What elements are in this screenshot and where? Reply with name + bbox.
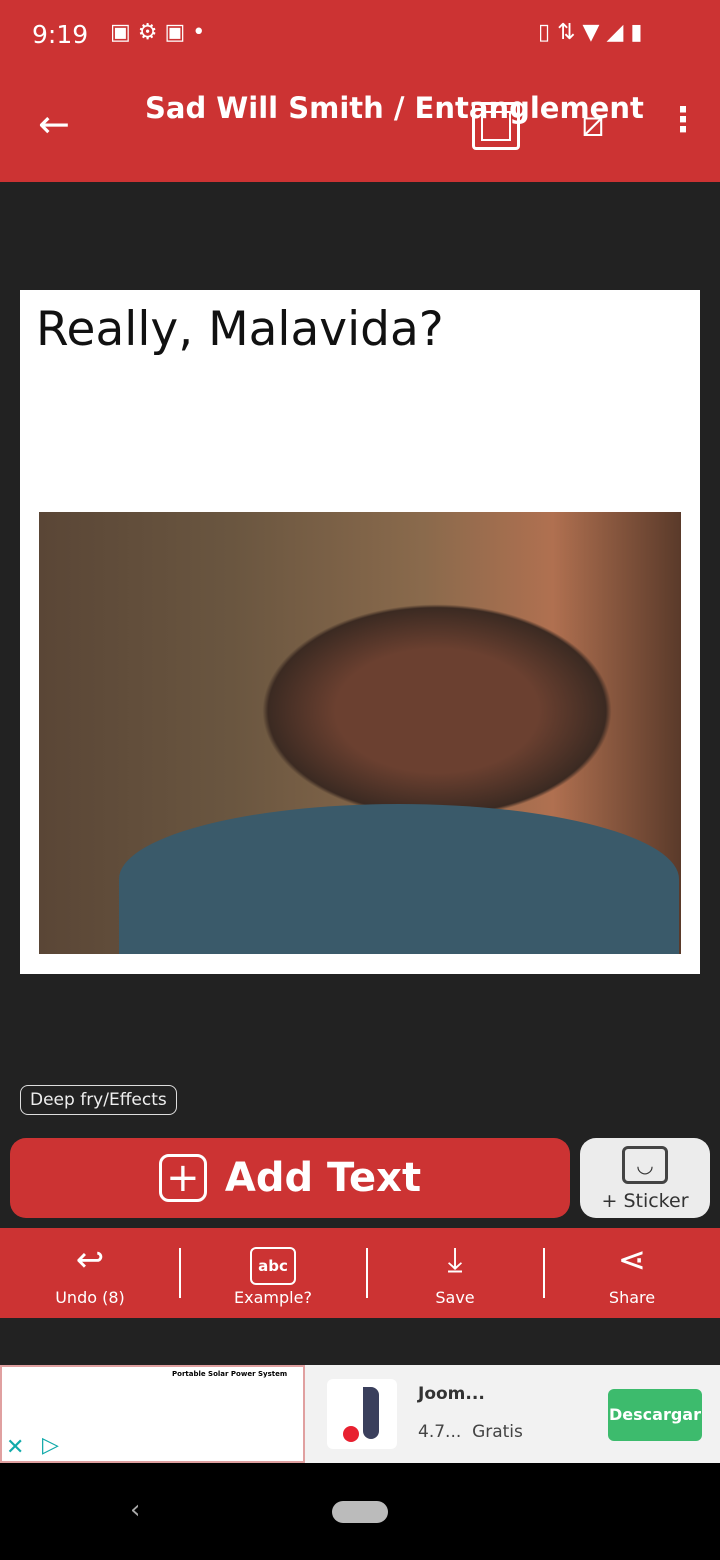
ad-price: Gratis — [472, 1422, 523, 1442]
status-bar: 9:19 ▣ ⚙ ▣ • ▯ ⇅ ▼ ◢ ▮ — [0, 0, 720, 72]
app-icon — [327, 1379, 397, 1449]
save-button[interactable]: ⤓ Save — [380, 1228, 530, 1318]
add-text-label: Add Text — [224, 1155, 422, 1201]
add-text-button[interactable]: + Add Text — [10, 1138, 570, 1218]
notification-icons: ▣ ⚙ ▣ • — [110, 20, 206, 45]
ad-rating: 4.7... — [418, 1422, 462, 1442]
more-menu-icon[interactable]: ⋮ — [666, 100, 700, 140]
divider — [366, 1248, 368, 1298]
speech-bubble-icon: abc — [198, 1228, 348, 1288]
plus-box-icon: + — [158, 1154, 207, 1202]
undo-button[interactable]: ↩ Undo (8) — [15, 1228, 165, 1318]
ad-product-images: Portable Solar Power System ✕ ▷ — [0, 1365, 305, 1463]
page-title: Sad Will Smith / Entanglement — [145, 91, 644, 125]
undo-icon: ↩ — [75, 1240, 105, 1280]
divider — [543, 1248, 545, 1298]
ad-image-title: Portable Solar Power System — [172, 1370, 288, 1378]
divider — [179, 1248, 181, 1298]
undo-label: Undo (8) — [55, 1288, 125, 1307]
share-button[interactable]: ⋖ Share — [557, 1228, 707, 1318]
ad-banner[interactable]: Portable Solar Power System ✕ ▷ Joom... … — [0, 1365, 720, 1463]
ad-app-name: Joom... — [418, 1384, 485, 1404]
meme-canvas[interactable]: Really, Malavida? — [20, 290, 700, 974]
ad-close-icon[interactable]: ✕ — [6, 1435, 24, 1460]
nav-home-pill[interactable] — [332, 1501, 388, 1523]
ad-meta: 4.7... Gratis — [418, 1422, 523, 1442]
back-arrow-icon[interactable]: ← — [38, 102, 70, 146]
navigation-bar: ‹ — [0, 1463, 720, 1560]
sticker-label: + Sticker — [601, 1190, 689, 1212]
meme-image — [39, 512, 681, 954]
sticker-smiley-icon: ◡ — [622, 1146, 668, 1184]
bottom-toolbar: ↩ Undo (8) abc Example? ⤓ Save ⋖ Share — [0, 1228, 720, 1318]
add-sticker-button[interactable]: ◡ + Sticker — [580, 1138, 710, 1218]
status-time: 9:19 — [32, 20, 89, 49]
download-icon: ⤓ — [447, 1240, 463, 1280]
save-label: Save — [435, 1288, 475, 1307]
share-icon: ⋖ — [617, 1240, 647, 1280]
example-label: Example? — [234, 1288, 312, 1307]
meme-caption[interactable]: Really, Malavida? — [36, 302, 444, 357]
nav-back-icon[interactable]: ‹ — [130, 1495, 140, 1525]
system-icons: ▯ ⇅ ▼ ◢ ▮ — [538, 20, 643, 45]
example-button[interactable]: abc Example? — [198, 1228, 348, 1318]
adchoices-icon[interactable]: ▷ — [42, 1433, 59, 1458]
share-label: Share — [608, 1288, 656, 1307]
ad-install-button[interactable]: Descargar — [608, 1389, 702, 1441]
deep-fry-effects-button[interactable]: Deep fry/Effects — [20, 1085, 177, 1115]
